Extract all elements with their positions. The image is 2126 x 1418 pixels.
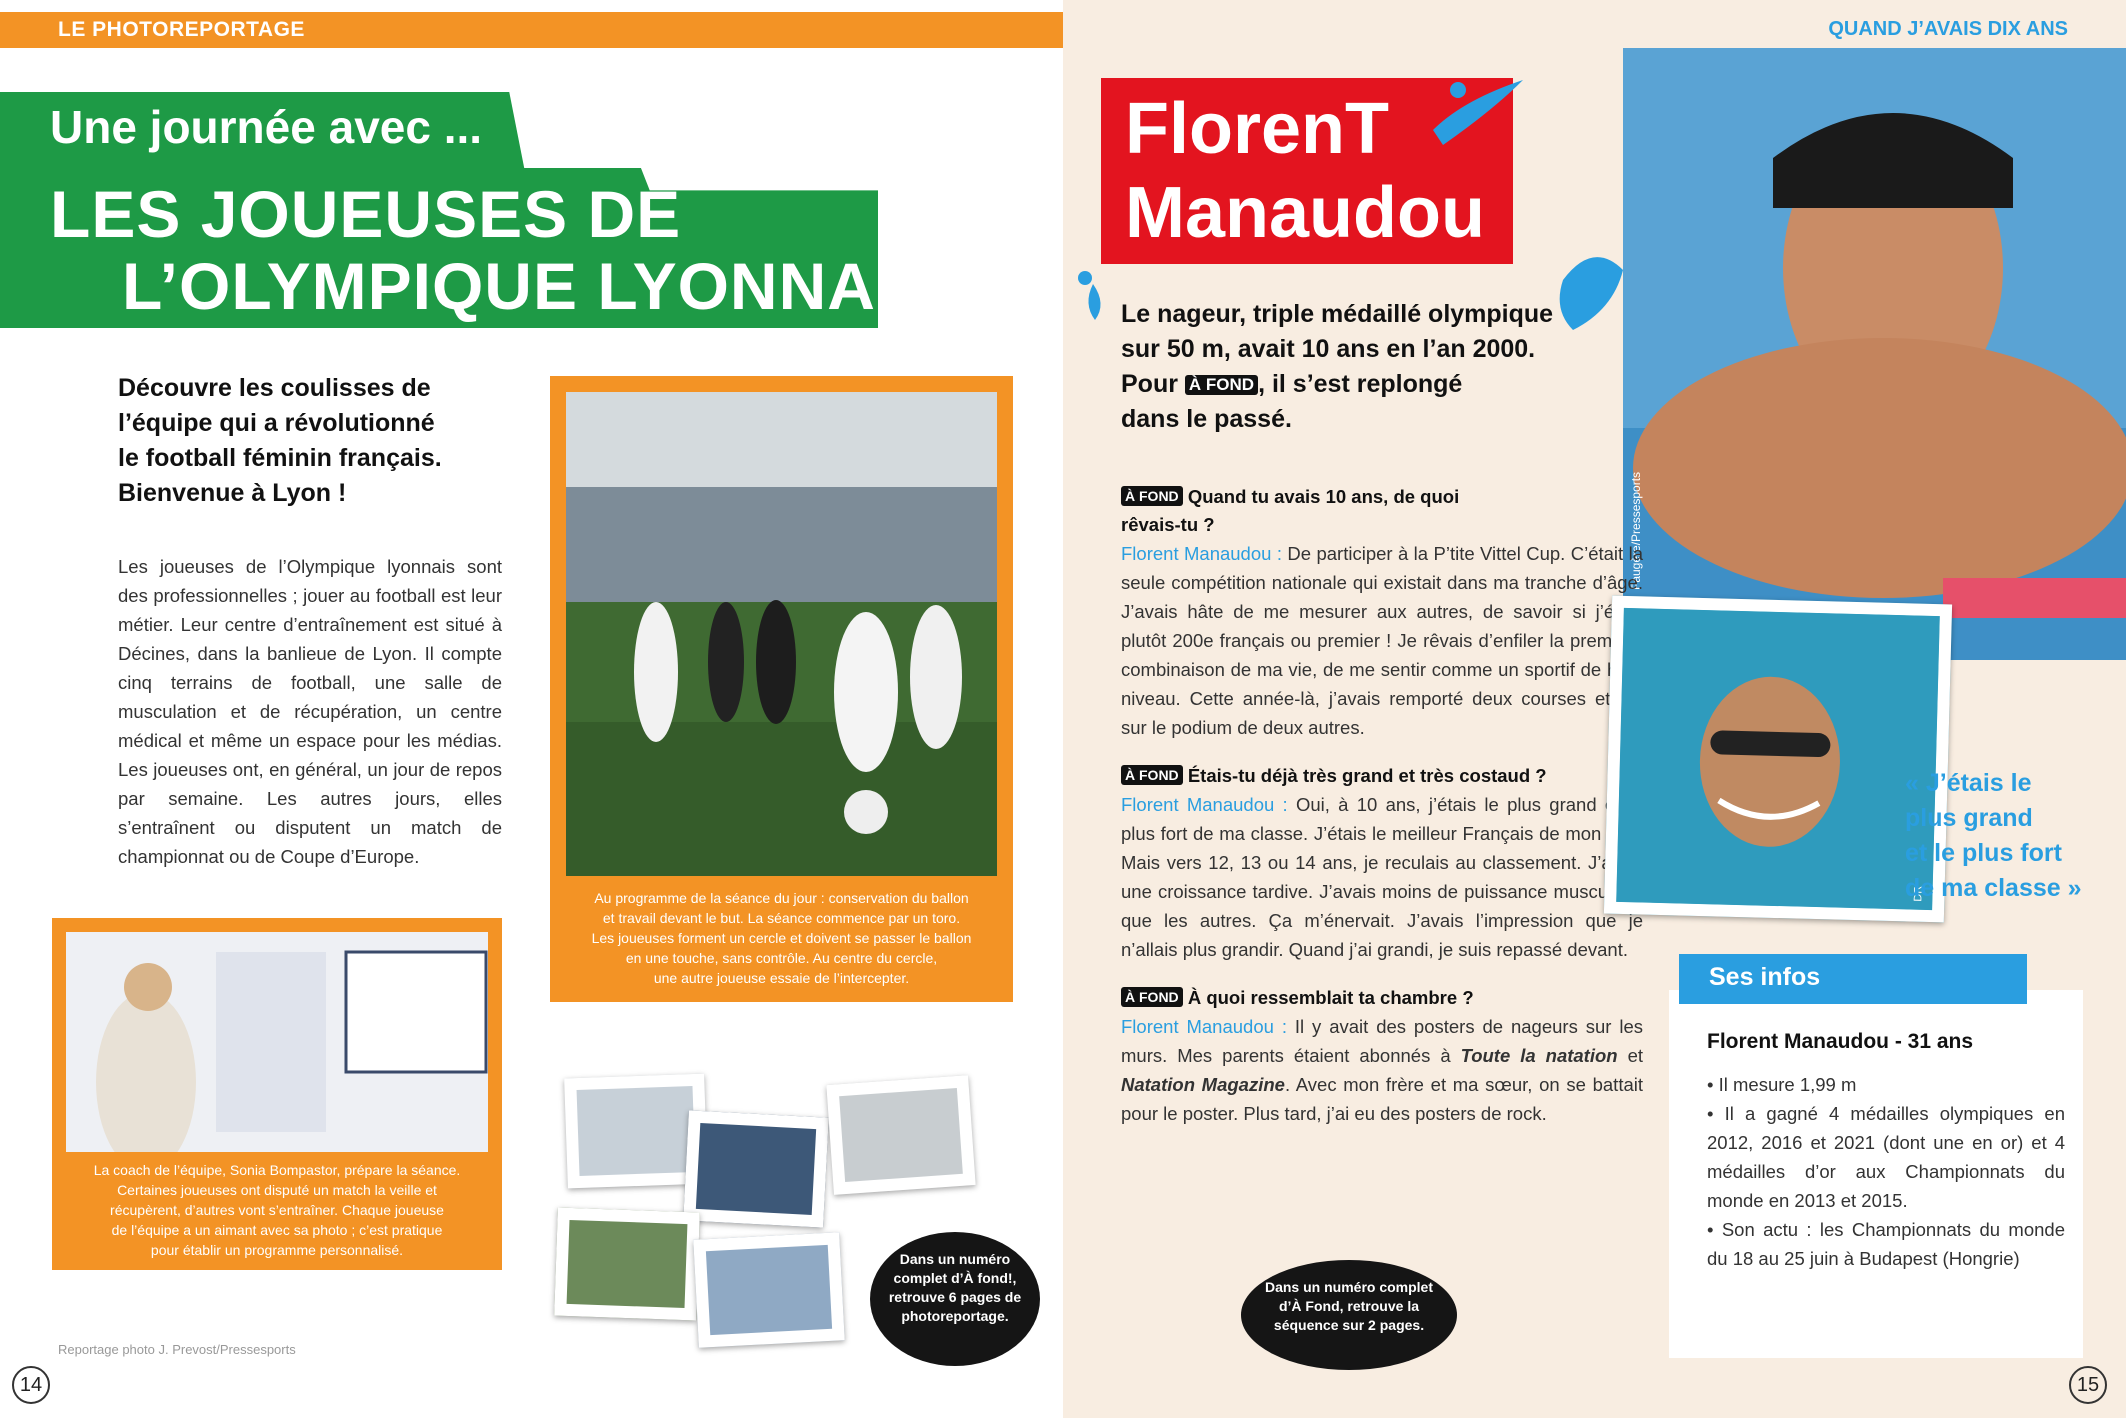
caption-line: Au programme de la séance du jour : cons… — [594, 890, 969, 906]
promo-blob: Dans un numéro complet d’À Fond, retrouv… — [1241, 1260, 1457, 1370]
quote-line: « J’étais le — [1905, 769, 2032, 797]
intro-line: Pour À FOND, il s’est replongé — [1121, 370, 1463, 398]
coach-photo-frame: La coach de l’équipe, Sonia Bompastor, p… — [52, 918, 502, 1270]
caption-line: pour établir un programme personnalisé. — [150, 1242, 404, 1258]
question-1: À FOND Quand tu avais 10 ans, de quoi rêv… — [1121, 486, 1460, 535]
name-line-1: FlorenT — [1125, 89, 1389, 169]
question-2: À FOND Étais-tu déjà très grand et très … — [1121, 762, 1643, 790]
promo-blob: Dans un numéro complet d’À fond!, retrou… — [870, 1232, 1040, 1366]
intro-line: Le nageur, triple médaillé olympique — [1121, 300, 1554, 328]
caption-line: Les joueuses forment un cercle et doiven… — [591, 930, 972, 946]
name-line-2: Manaudou — [1125, 173, 1485, 253]
section-label: QUAND J’AVAIS DIX ANS — [1828, 18, 2068, 40]
infos-box-inner: Florent Manaudou - 31 ans • Il mesure 1,… — [1707, 1030, 2065, 1273]
caption-line: une autre joueuse essaie de l’intercepte… — [653, 970, 910, 986]
blob-line: d’À Fond, retrouve la — [1278, 1298, 1419, 1314]
water-drip-icon — [1078, 271, 1101, 320]
caption-line: Certaines joueuses ont disputé un match … — [117, 1182, 437, 1198]
blob-line: complet d’À fond!, — [893, 1270, 1017, 1286]
answer-3: Florent Manaudou : Il y avait des poster… — [1121, 1016, 1644, 1124]
main-photo-frame: Au programme de la séance du jour : cons… — [550, 376, 1013, 1002]
caption-line: récupèrent, d’autres vont s’entraîner. C… — [110, 1202, 444, 1218]
magazine-title: Natation Magazine — [1121, 1074, 1285, 1095]
intro-line: sur 50 m, avait 10 ans en l’an 2000. — [1121, 335, 1536, 363]
section-bar: LE PHOTOREPORTAGE — [0, 12, 1063, 48]
blob-line: photoreportage. — [901, 1308, 1009, 1324]
a-fond-logo: À FOND — [1121, 765, 1183, 785]
infos-title: Ses infos — [1709, 963, 1821, 991]
water-splash-icon — [1433, 80, 1523, 145]
quote-line: et le plus fort — [1905, 839, 2062, 867]
blob-line: Dans un numéro — [899, 1251, 1011, 1267]
caption-line: de l’équipe a un aimant avec sa photo ; … — [111, 1222, 443, 1238]
a-fond-logo: À FOND — [1121, 987, 1183, 1007]
a-fond-logo: À FOND — [1121, 486, 1183, 506]
training-photo — [566, 392, 997, 876]
speaker: Florent Manaudou : — [1121, 543, 1282, 564]
section-label: LE PHOTOREPORTAGE — [58, 18, 305, 41]
speaker: Florent Manaudou : — [1121, 1016, 1287, 1037]
infos-item: • Il a gagné 4 médailles olympiques en 2… — [1707, 1103, 2065, 1211]
title-line-1: LES JOUEUSES DE — [50, 177, 682, 251]
caption-line: en une touche, sans contrôle. Au centre … — [625, 950, 938, 966]
intro-line: l’équipe qui a révolutionné — [118, 409, 435, 437]
small-photo-weights — [826, 1075, 976, 1195]
intro-text: Découvre les coulisses de l’équipe qui a… — [118, 371, 508, 511]
small-photo-massage — [683, 1110, 829, 1228]
page-number: 15 — [2069, 1366, 2107, 1404]
answer-2: Florent Manaudou : Oui, à 10 ans, j’étai… — [1121, 794, 1643, 960]
small-photo-pitch — [554, 1207, 700, 1321]
question-3: À FOND À quoi ressemblait ta chambre ? — [1121, 984, 1643, 1012]
title-line-2: L’OLYMPIQUE LYONNAIS — [122, 249, 941, 323]
main-photo-caption: Au programme de la séance du jour : cons… — [550, 888, 1013, 988]
swimmer-photo — [1623, 48, 2126, 660]
title-small: Une journée avec ... — [50, 101, 483, 153]
body-paragraph: Les joueuses de l’Olympique lyonnais son… — [118, 556, 502, 867]
photo-credit: Reportage photo J. Prevost/Pressesports — [58, 1342, 296, 1357]
infos-title-bar: Ses infos — [1679, 954, 2027, 1004]
speaker: Florent Manaudou : — [1121, 794, 1288, 815]
pull-quote: « J’étais le plus grand et le plus fort … — [1905, 766, 2115, 906]
caption-line: et travail devant le but. La séance comm… — [602, 910, 961, 926]
intro-line: dans le passé. — [1121, 405, 1292, 433]
a-fond-logo: À FOND — [1184, 375, 1259, 395]
intro-line: Bienvenue à Lyon ! — [118, 479, 347, 507]
quote-line: de ma classe » — [1905, 874, 2082, 902]
quote-line: plus grand — [1905, 804, 2033, 832]
infos-name: Florent Manaudou - 31 ans — [1707, 1030, 1974, 1053]
caption-line: La coach de l’équipe, Sonia Bompastor, p… — [93, 1162, 461, 1178]
child-photo: DR — [1603, 595, 1953, 923]
left-page: LE PHOTOREPORTAGE Une journée avec ... L… — [0, 0, 1063, 1418]
small-photo-building — [693, 1232, 845, 1348]
intro-line: Découvre les coulisses de — [118, 374, 431, 402]
coach-photo-caption: La coach de l’équipe, Sonia Bompastor, p… — [52, 1160, 502, 1260]
magazine-title: Toute la natation — [1460, 1045, 1618, 1066]
answer-1: Florent Manaudou : De participer à la P’… — [1121, 543, 1643, 738]
infos-box: Florent Manaudou - 31 ans • Il mesure 1,… — [1669, 990, 2083, 1358]
child-underwater-photo — [1616, 607, 1940, 911]
intro-text: Le nageur, triple médaillé olympique sur… — [1121, 297, 1641, 437]
page-number: 14 — [12, 1366, 50, 1404]
infos-item: • Il mesure 1,99 m — [1707, 1074, 1857, 1095]
blob-line: Dans un numéro complet — [1264, 1279, 1434, 1295]
interview: À FOND Quand tu avais 10 ans, de quoi rêv… — [1121, 483, 1643, 1128]
intro-line: le football féminin français. — [118, 444, 442, 472]
infos-item: • Son actu : les Championnats du monde d… — [1707, 1219, 2065, 1269]
coach-photo — [66, 932, 488, 1152]
blob-line: retrouve 6 pages de — [888, 1289, 1022, 1305]
right-page: QUAND J’AVAIS DIX ANS Faugère/Pressespor… — [1063, 0, 2126, 1418]
blob-line: séquence sur 2 pages. — [1273, 1317, 1425, 1333]
